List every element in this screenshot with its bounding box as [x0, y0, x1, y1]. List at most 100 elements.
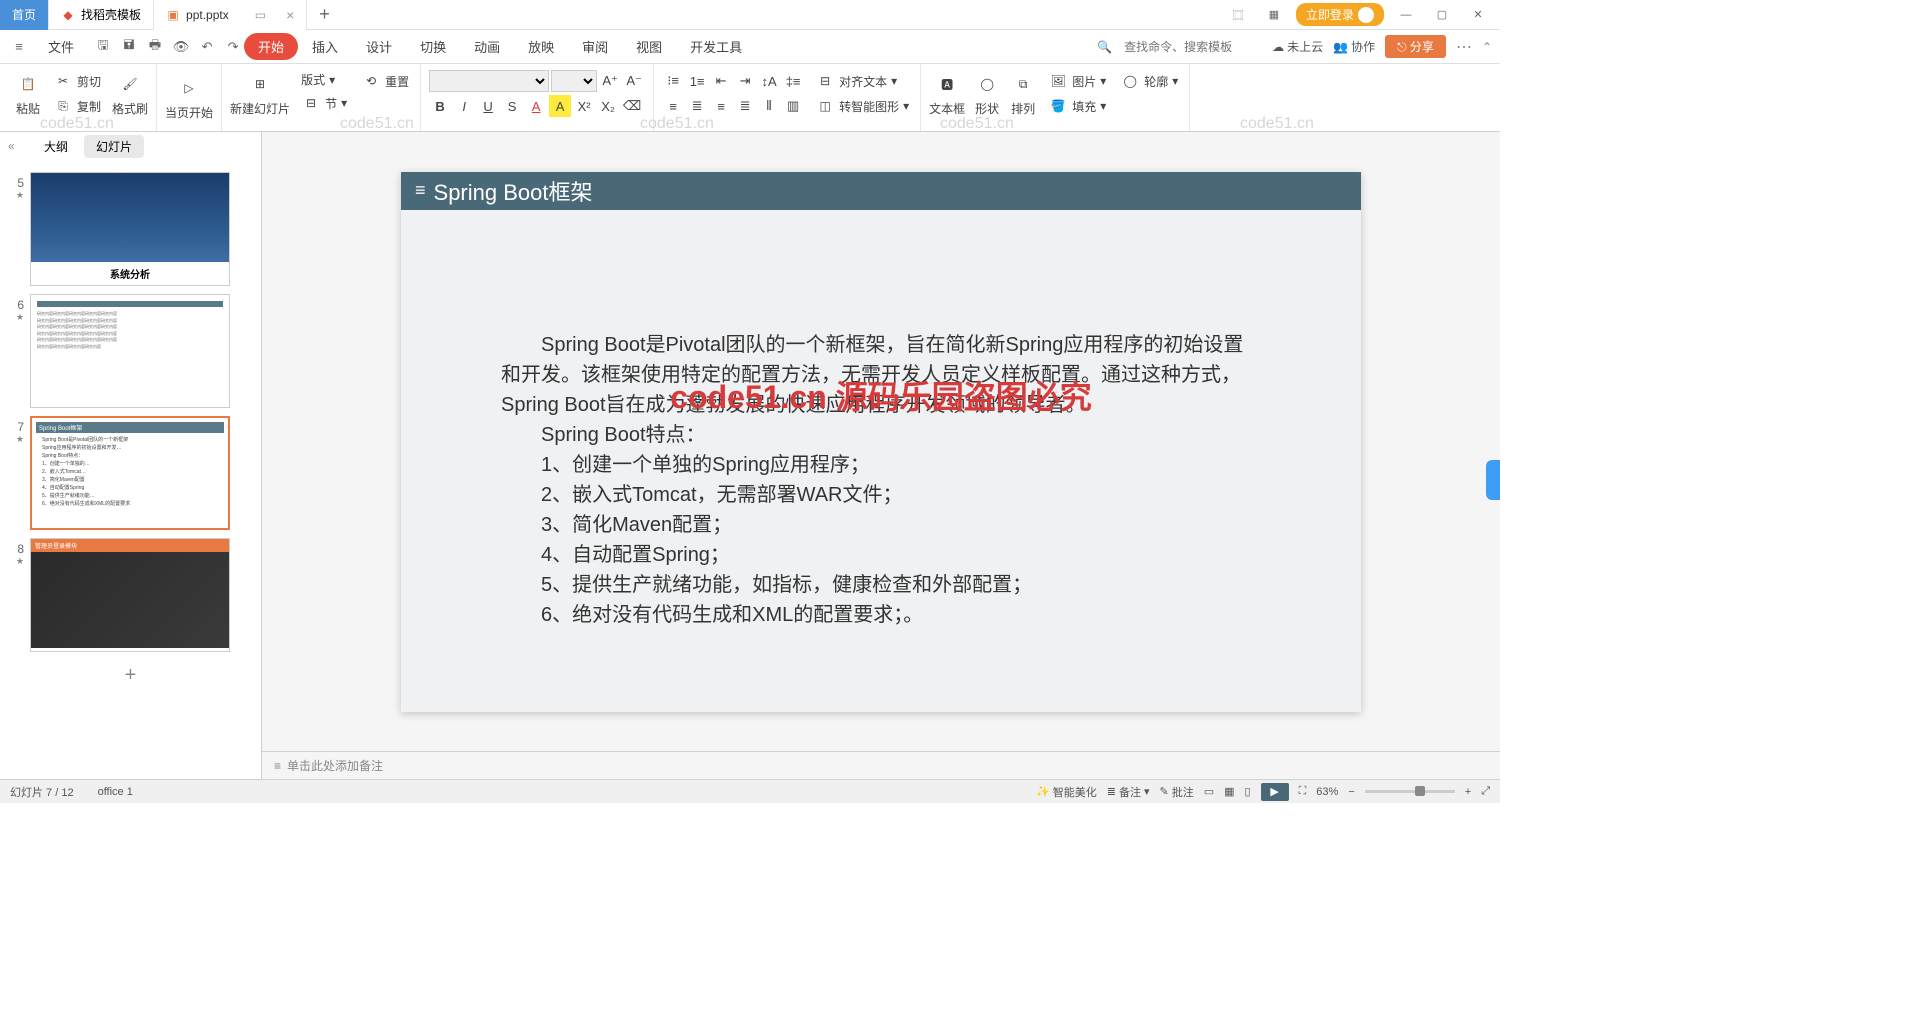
fit-page-icon[interactable]: ⤢ — [1481, 785, 1490, 798]
more-icon[interactable]: ⋯ — [1456, 37, 1472, 57]
sorter-view-icon[interactable]: ▦ — [1224, 785, 1234, 798]
zoom-out-button[interactable]: − — [1348, 786, 1354, 798]
slide[interactable]: ≡ Spring Boot框架 Spring Boot是Pivotal团队的一个… — [401, 172, 1361, 712]
fit-icon[interactable]: ⛶ — [1299, 785, 1307, 798]
section-button[interactable]: ⊟节 ▾ — [298, 92, 350, 114]
tab-slides[interactable]: 幻灯片 — [84, 135, 144, 158]
align-center-button[interactable]: ≣ — [686, 95, 708, 117]
save-icon[interactable]: 🖫 — [92, 36, 114, 58]
thumbnail-8[interactable]: 管理员登录模块 — [30, 538, 230, 652]
tab-document[interactable]: ▣ ppt.pptx ▭ × — [154, 0, 307, 30]
add-tab-button[interactable]: + — [307, 4, 342, 25]
chevron-icon[interactable]: ⌃ — [1482, 40, 1492, 54]
layout-button[interactable]: 版式 ▾ — [298, 70, 350, 89]
normal-view-icon[interactable]: ▭ — [1204, 785, 1214, 798]
copy-button[interactable]: ⎘复制 — [50, 95, 104, 117]
reading-view-icon[interactable]: ▯ — [1245, 785, 1251, 798]
menu-insert[interactable]: 插入 — [298, 33, 352, 60]
italic-button[interactable]: I — [453, 95, 475, 117]
share-button[interactable]: ⎋ 分享 — [1385, 35, 1446, 58]
zoom-value[interactable]: 63% — [1316, 786, 1338, 798]
collab-button[interactable]: 👥 协作 — [1333, 38, 1375, 55]
font-size-select[interactable] — [551, 70, 597, 92]
thumbnail-list[interactable]: 5★ 系统分析 6★ 研究内容研究内容研究内容研究内容研究内容研究内容研究内容研… — [0, 160, 261, 779]
search-input[interactable] — [1122, 38, 1262, 56]
highlight-button[interactable]: A — [549, 95, 571, 117]
add-slide-button[interactable]: + — [0, 656, 261, 695]
maximize-button[interactable]: ▢ — [1428, 5, 1456, 25]
menu-design[interactable]: 设计 — [352, 33, 406, 60]
smartart-button[interactable]: ◫转智能图形 ▾ — [812, 95, 912, 117]
beautify-button[interactable]: ✨ 智能美化 — [1036, 784, 1097, 800]
slideshow-button[interactable]: ▶ — [1261, 783, 1289, 801]
grow-font-button[interactable]: A⁺ — [599, 70, 621, 92]
distribute-button[interactable]: ⫴ — [758, 95, 780, 117]
numbering-button[interactable]: 1≡ — [686, 70, 708, 92]
shrink-font-button[interactable]: A⁻ — [623, 70, 645, 92]
font-color-button[interactable]: A — [525, 95, 547, 117]
menu-file[interactable]: 文件 — [34, 33, 88, 60]
right-drawer-handle[interactable] — [1486, 460, 1500, 500]
grid-icon[interactable]: ▦ — [1260, 5, 1288, 25]
collapse-icon[interactable]: « — [8, 139, 28, 153]
tab-templates[interactable]: ◆ 找稻壳模板 — [49, 0, 154, 30]
reset-button[interactable]: ⟲重置 — [358, 70, 412, 92]
align-right-button[interactable]: ≡ — [710, 95, 732, 117]
minimize-button[interactable]: — — [1392, 5, 1420, 25]
outline-button[interactable]: ◯轮廓 ▾ — [1117, 70, 1181, 92]
close-window-button[interactable]: ✕ — [1464, 5, 1492, 25]
picture-button[interactable]: 🖼图片 ▾ — [1045, 70, 1109, 92]
menu-slideshow[interactable]: 放映 — [514, 33, 568, 60]
menu-devtools[interactable]: 开发工具 — [676, 33, 756, 60]
tab-outline[interactable]: 大纲 — [32, 135, 80, 158]
thumbnail-6[interactable]: 研究内容研究内容研究内容研究内容研究内容研究内容研究内容研究内容研究内容研究内容… — [30, 294, 230, 408]
menu-animation[interactable]: 动画 — [460, 33, 514, 60]
thumbnail-7[interactable]: Spring Boot框架Spring Boot是Pivotal团队的一个新框架… — [30, 416, 230, 530]
menu-view[interactable]: 视图 — [622, 33, 676, 60]
arrange-button[interactable]: ⧉排列 — [1009, 70, 1037, 117]
cloud-button[interactable]: ☁ 未上云 — [1272, 38, 1323, 55]
shape-button[interactable]: ◯形状 — [973, 70, 1001, 117]
notes-bar[interactable]: ≡ 单击此处添加备注 — [262, 751, 1500, 779]
slide-title-bar[interactable]: ≡ Spring Boot框架 — [401, 172, 1361, 210]
new-slide-button[interactable]: ⊞新建幻灯片 — [230, 70, 290, 117]
paste-button[interactable]: 📋粘贴 — [14, 70, 42, 117]
indent-dec-button[interactable]: ⇤ — [710, 70, 732, 92]
align-text-button[interactable]: ⊟对齐文本 ▾ — [812, 70, 912, 92]
cut-button[interactable]: ✂剪切 — [50, 70, 104, 92]
menu-transition[interactable]: 切换 — [406, 33, 460, 60]
subscript-button[interactable]: X₂ — [597, 95, 619, 117]
saveas-icon[interactable]: 🖬 — [118, 36, 140, 58]
columns-button[interactable]: ▥ — [782, 95, 804, 117]
line-spacing-button[interactable]: ‡≡ — [782, 70, 804, 92]
tab-home[interactable]: 首页 — [0, 0, 49, 30]
zoom-thumb[interactable] — [1415, 786, 1425, 796]
textbox-button[interactable]: 🅰文本框 — [929, 70, 965, 117]
play-page-button[interactable]: ▷当页开始 — [165, 74, 213, 121]
comments-toggle[interactable]: ✎ 批注 — [1159, 784, 1193, 800]
thumbnail-5[interactable]: 系统分析 — [30, 172, 230, 286]
superscript-button[interactable]: X² — [573, 95, 595, 117]
menu-icon[interactable]: ≡ — [8, 36, 30, 58]
text-direction-button[interactable]: ↕A — [758, 70, 780, 92]
undo-icon[interactable]: ↶ — [196, 36, 218, 58]
zoom-slider[interactable] — [1365, 790, 1455, 793]
preview-icon[interactable]: 👁 — [170, 36, 192, 58]
clear-format-button[interactable]: ⌫ — [621, 95, 643, 117]
bold-button[interactable]: B — [429, 95, 451, 117]
bullets-button[interactable]: ⁝≡ — [662, 70, 684, 92]
notes-toggle[interactable]: ≣ 备注 ▾ — [1107, 784, 1150, 800]
underline-button[interactable]: U — [477, 95, 499, 117]
align-justify-button[interactable]: ≣ — [734, 95, 756, 117]
layout-icon[interactable]: ⿴ — [1224, 5, 1252, 25]
indent-inc-button[interactable]: ⇥ — [734, 70, 756, 92]
menu-review[interactable]: 审阅 — [568, 33, 622, 60]
redo-icon[interactable]: ↷ — [222, 36, 244, 58]
close-icon[interactable]: × — [286, 7, 294, 23]
slide-body[interactable]: Spring Boot是Pivotal团队的一个新框架，旨在简化新Spring应… — [401, 210, 1361, 650]
format-painter-button[interactable]: 🖌格式刷 — [112, 70, 148, 117]
slide-viewport[interactable]: ≡ Spring Boot框架 Spring Boot是Pivotal团队的一个… — [262, 132, 1500, 751]
print-icon[interactable]: 🖶 — [144, 36, 166, 58]
strike-button[interactable]: S — [501, 95, 523, 117]
fill-button[interactable]: 🪣填充 ▾ — [1045, 95, 1109, 117]
